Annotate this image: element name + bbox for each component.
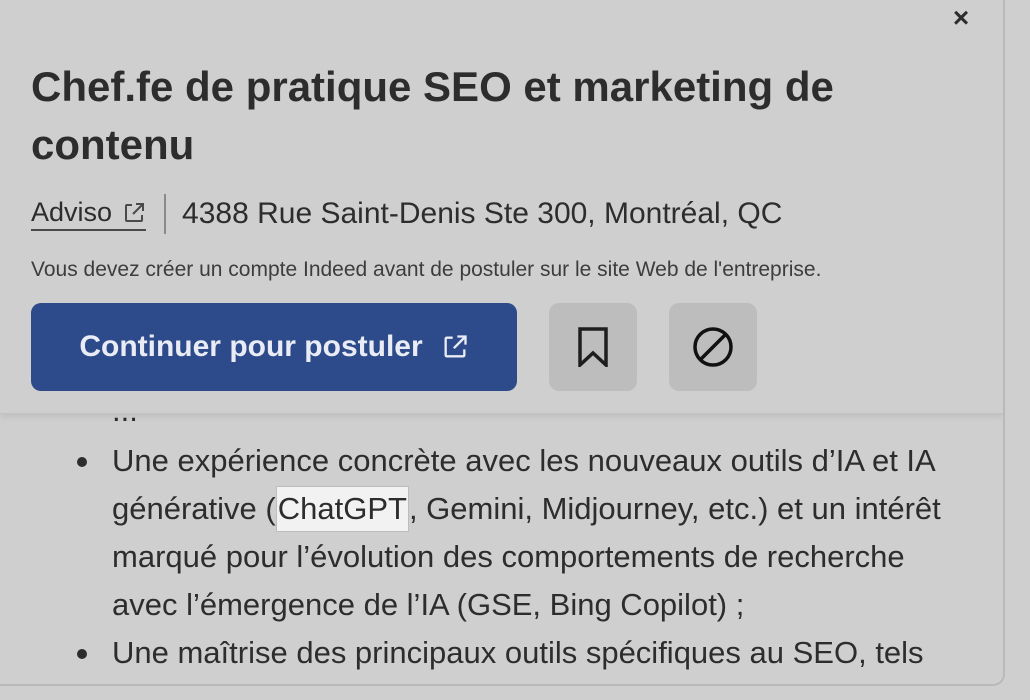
external-link-icon [444,335,467,358]
not-interested-icon [693,327,733,367]
close-icon[interactable]: × [946,4,976,34]
job-header: × Chef.fe de pratique SEO et marketing d… [0,0,1003,414]
company-link[interactable]: Adviso [31,197,147,231]
divider [164,194,167,234]
apply-button-label: Continuer pour postuler [79,330,423,363]
bookmark-icon [578,327,608,367]
not-interested-button[interactable] [669,303,757,391]
company-name: Adviso [31,197,113,227]
account-notice: Vous devez créer un compte Indeed avant … [31,258,822,281]
external-link-icon [125,202,145,222]
job-details-panel: × Chef.fe de pratique SEO et marketing d… [0,0,1005,686]
job-location: 4388 Rue Saint-Denis Ste 300, Montréal, … [182,197,783,230]
job-description: ... Une expérience concrète avec les nou… [0,385,1003,684]
company-location-row: Adviso 4388 Rue Saint-Denis Ste 300, Mon… [31,193,782,235]
save-job-button[interactable] [549,303,637,391]
list-item-text: Une maîtrise des principaux outils spéci… [112,635,924,670]
job-title: Chef.fe de pratique SEO et marketing de … [31,63,834,168]
list-item: Une expérience concrète avec les nouveau… [75,437,975,629]
highlighted-term: ChatGPT [275,486,409,532]
apply-button[interactable]: Continuer pour postuler [31,303,517,391]
requirements-list: Une expérience concrète avec les nouveau… [75,437,975,677]
list-item: Une maîtrise des principaux outils spéci… [75,629,975,677]
